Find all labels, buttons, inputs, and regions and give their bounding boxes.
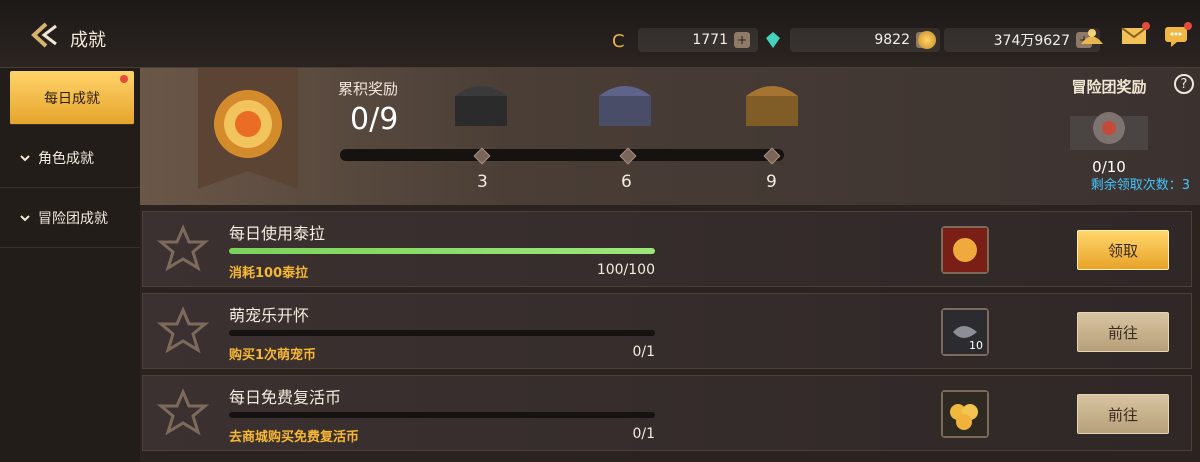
treasure-bag-icon[interactable] [1078,24,1106,48]
task-progress-text: 0/1 [632,344,655,360]
page-title: 成就 [70,30,106,51]
notification-dot [120,75,128,83]
currency-coin: 374万9627 + [918,28,1100,52]
remaining-claims: 剩余领取次数：3 [1090,178,1190,193]
emblem-icon [157,306,209,354]
task-progress-bar [229,330,655,336]
reward-item-icon[interactable]: 10 [941,308,989,356]
reward-item-icon[interactable] [941,390,989,438]
task-name: 每日使用泰拉 [229,224,326,243]
sidebar-item-daily[interactable]: 每日成就 [10,71,134,125]
currency-coin-pill: 374万9627 + [944,28,1100,52]
adventure-chest-icon [1070,112,1148,150]
back-arrow-icon[interactable] [28,22,62,48]
milestone-3: 3 [477,172,488,192]
sidebar-item-role[interactable]: 角色成就 [0,128,140,188]
top-bar: 成就 C 1771 + 9822 + 374万9627 + [0,0,1200,68]
chest-icon[interactable] [593,76,657,132]
top-icons [1078,22,1192,48]
task-progress-bar [229,248,655,254]
accumulated-reward-value: 0/9 [350,102,399,137]
emblem-icon [157,224,209,272]
task-name: 每日免费复活币 [229,388,342,407]
task-description: 消耗100泰拉 [229,266,309,281]
reward-count: 10 [969,339,983,352]
coin-icon [918,31,936,49]
currency-coin-value: 374万9627 [993,33,1070,49]
task-name: 萌宠乐开怀 [229,306,310,325]
currency-c: C 1771 + [612,28,758,52]
go-button[interactable]: 前往 [1077,394,1169,434]
emblem-icon [157,388,209,436]
currency-c-value: 1771 [692,32,728,48]
gem-icon [764,31,782,49]
mail-icon[interactable] [1120,22,1150,48]
chevron-down-icon [20,154,30,161]
c-icon: C [612,31,625,52]
sidebar-item-label: 冒险团成就 [38,210,108,227]
task-description: 去商城购买免费复活币 [229,430,360,445]
task-row: 每日免费复活币 去商城购买免费复活币 0/1 前往 [142,375,1192,451]
chat-icon[interactable] [1162,22,1192,48]
chevron-down-icon [20,214,30,221]
task-row: 每日使用泰拉 消耗100泰拉 100/100 领取 [142,211,1192,287]
milestone-6: 6 [621,172,632,192]
claim-button[interactable]: 领取 [1077,230,1169,270]
currency-gem-value: 9822 [874,32,910,48]
reward-progress-track [340,149,784,161]
reward-item-icon[interactable] [941,226,989,274]
task-row: 萌宠乐开怀 购买1次萌宠币 0/1 10 前往 [142,293,1192,369]
sidebar: 每日成就 角色成就 冒险团成就 [0,68,140,462]
reward-banner: 累积奖励 0/9 3 6 9 冒险团奖励 0/10 ? 剩余领取次数：3 [140,68,1200,205]
task-description: 购买1次萌宠币 [229,348,317,363]
task-progress-fill [229,248,655,254]
chest-icon[interactable] [740,76,804,132]
plus-icon[interactable]: + [734,32,750,48]
chest-icon[interactable] [449,76,513,132]
currency-gem: 9822 + [764,28,940,52]
help-icon[interactable]: ? [1174,74,1194,94]
go-button[interactable]: 前往 [1077,312,1169,352]
notification-dot [1184,22,1192,30]
currency-c-pill: 1771 + [638,28,758,52]
sidebar-item-adventure[interactable]: 冒险团成就 [0,188,140,248]
notification-dot [1142,22,1150,30]
sidebar-item-label: 每日成就 [44,90,100,107]
medal-icon [198,68,298,189]
task-progress-bar [229,412,655,418]
task-progress-text: 0/1 [632,426,655,442]
sidebar-item-label: 角色成就 [38,150,94,167]
task-progress-text: 100/100 [596,262,655,278]
accumulated-reward-label: 累积奖励 [338,80,399,98]
milestone-9: 9 [766,172,777,192]
adventure-reward-title: 冒险团奖励 [1071,78,1147,96]
